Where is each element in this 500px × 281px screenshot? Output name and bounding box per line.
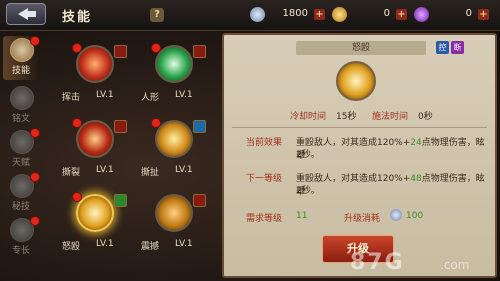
skill-type-badge — [114, 45, 127, 58]
nav-inscription[interactable]: 铭文 — [3, 84, 39, 128]
nav-secret[interactable]: 秘技 — [3, 172, 40, 216]
current-effect-line2: 2秒。 — [296, 150, 320, 160]
skill-name: 挥击 — [62, 93, 81, 103]
skill-level: LV.1 — [175, 165, 193, 175]
tear-skill-icon — [76, 120, 114, 158]
cast-time-label: 施法时间 — [372, 112, 409, 122]
gem-value: 0 — [465, 8, 472, 19]
roar-skill-icon — [155, 194, 193, 232]
skill-type-badge — [193, 45, 206, 58]
watermark-brand: 87G — [350, 250, 405, 275]
skill-type-badge — [114, 120, 127, 133]
notification-dot — [30, 36, 40, 46]
skill-slot-2[interactable]: 人形 LV.1 — [141, 43, 211, 105]
next-level-text: 重殴敌人，对其造成120%+48点物理伤害，眩晕 — [296, 171, 486, 197]
top-bar: 技能 ? 1800 + 0 + 0 + — [0, 0, 500, 31]
paw-skill-icon — [155, 45, 193, 83]
interrupt-tag: 断 — [451, 41, 464, 54]
cast-time-value: 0秒 — [418, 112, 433, 122]
notification-dot — [151, 43, 161, 53]
divider — [232, 127, 487, 128]
diamond-icon — [390, 209, 402, 221]
nav-skill[interactable]: 技能 — [3, 36, 40, 80]
diamond-value: 1800 — [282, 8, 308, 19]
nav-specialty-label: 专长 — [11, 246, 30, 256]
control-tag: 控 — [436, 41, 449, 54]
back-button[interactable] — [6, 3, 46, 25]
skill-detail-title: 怒殴 — [296, 41, 426, 55]
claw-skill-icon — [76, 45, 114, 83]
next-level-line2: 2秒。 — [296, 186, 320, 196]
gold-value: 0 — [383, 8, 390, 19]
page-title: 技能 — [62, 10, 93, 25]
skill-name: 怒殴 — [62, 242, 81, 252]
back-arrow-icon — [18, 8, 36, 20]
skill-level: LV.1 — [96, 90, 114, 100]
required-level-label: 需求等级 — [246, 214, 283, 224]
currency-diamond: 1800 + — [250, 7, 325, 23]
skill-level: LV.1 — [96, 165, 114, 175]
skill-slot-5[interactable]: 怒殴 LV.1 — [62, 192, 132, 254]
add-diamond-button[interactable]: + — [314, 9, 325, 20]
nav-specialty[interactable]: 专长 — [3, 216, 40, 260]
skill-level: LV.1 — [175, 90, 193, 100]
skill-slot-4[interactable]: 撕扯 LV.1 — [141, 118, 211, 180]
notification-dot — [72, 43, 82, 53]
currency-gem: 0 + — [414, 7, 489, 23]
side-nav: 技能 铭文 天赋 秘技 专长 — [0, 32, 42, 281]
skill-type-badge — [193, 120, 206, 133]
skill-level: LV.1 — [96, 239, 114, 249]
currency-gold: 0 + — [332, 7, 407, 23]
notification-dot — [72, 192, 82, 202]
current-effect-label: 当前效果 — [246, 138, 283, 148]
upgrade-cost-value: 100 — [406, 211, 424, 221]
current-effect-bonus: 24 — [410, 138, 422, 148]
add-gem-button[interactable]: + — [478, 9, 489, 20]
smash-skill-icon — [336, 61, 376, 101]
skill-slot-6[interactable]: 震撼 LV.1 — [141, 194, 211, 254]
nav-inscription-label: 铭文 — [11, 114, 30, 124]
skill-slot-1[interactable]: 挥击 LV.1 — [62, 43, 132, 105]
skill-detail-panel: 怒殴 控 断 冷却时间 15秒 施法时间 0秒 当前效果 重殴敌人，对其造成12… — [222, 33, 497, 278]
nav-skill-label: 技能 — [11, 66, 30, 76]
upgrade-cost-label: 升级消耗 — [344, 214, 381, 224]
nav-secret-label: 秘技 — [11, 202, 30, 212]
skill-level: LV.1 — [175, 239, 193, 249]
skill-name: 撕裂 — [62, 168, 81, 178]
next-level-label: 下一等级 — [246, 174, 283, 184]
skill-type-badge — [193, 194, 206, 207]
gold-coin-icon — [332, 7, 347, 22]
notification-dot — [30, 172, 40, 182]
notification-dot — [72, 118, 82, 128]
skill-name: 人形 — [141, 93, 160, 103]
diamond-icon — [250, 7, 265, 22]
nav-talent[interactable]: 天赋 — [3, 128, 40, 172]
notification-dot — [151, 118, 161, 128]
cooldown-label: 冷却时间 — [290, 112, 327, 122]
next-level-bonus: 48 — [410, 174, 422, 184]
watermark-site: .com — [440, 258, 470, 272]
rend-skill-icon — [155, 120, 193, 158]
smash-skill-icon — [76, 194, 114, 232]
notification-dot — [30, 128, 40, 138]
skill-slot-3[interactable]: 撕裂 LV.1 — [62, 118, 132, 180]
purple-gem-icon — [414, 7, 429, 22]
skill-name: 震撼 — [141, 242, 160, 252]
add-gold-button[interactable]: + — [396, 9, 407, 20]
required-level-value: 11 — [296, 211, 308, 221]
inscription-tab-icon — [10, 86, 34, 110]
help-button[interactable]: ? — [150, 8, 164, 22]
cooldown-value: 15秒 — [336, 112, 357, 122]
skill-name: 撕扯 — [141, 168, 160, 178]
current-effect-text: 重殴敌人，对其造成120%+24点物理伤害，眩晕 — [296, 135, 486, 161]
nav-talent-label: 天赋 — [11, 158, 30, 168]
notification-dot — [30, 216, 40, 226]
skill-type-badge — [114, 194, 127, 207]
